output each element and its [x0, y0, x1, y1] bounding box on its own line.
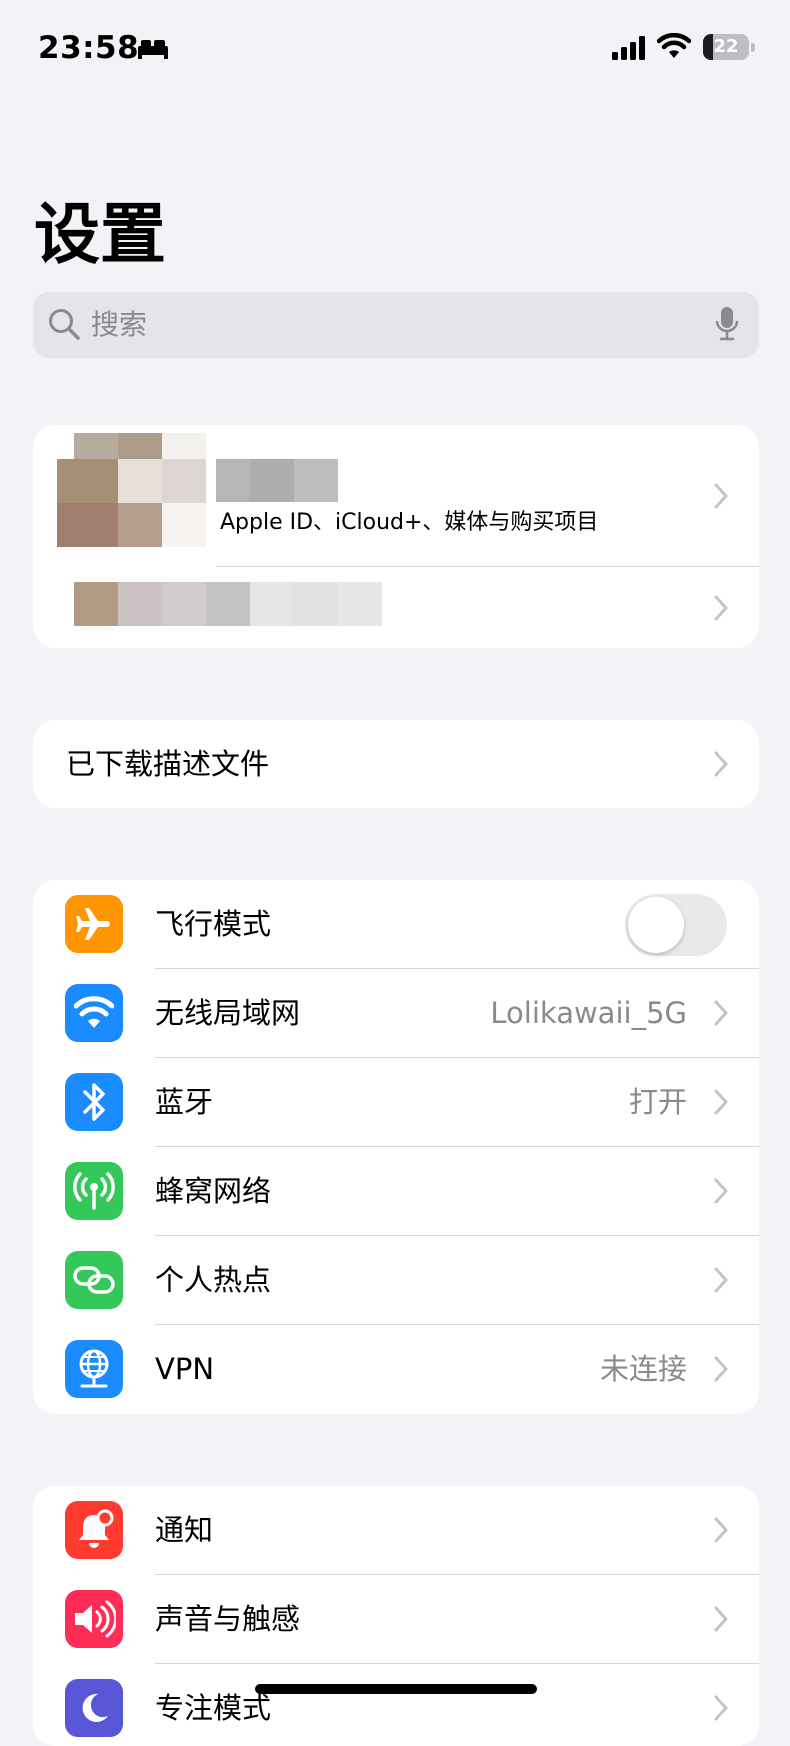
- notifications-row[interactable]: 通知: [33, 1486, 759, 1575]
- status-time: 23:58: [38, 30, 140, 66]
- chevron-right-icon: [714, 1000, 728, 1026]
- notifications-settings-group: 通知 声音与触感 专注模式: [33, 1486, 759, 1746]
- microphone-icon[interactable]: [715, 306, 739, 342]
- chevron-right-icon: [714, 595, 728, 621]
- airplane-mode-toggle[interactable]: [625, 894, 727, 956]
- chevron-right-icon: [714, 1178, 728, 1204]
- sleep-bed-icon: [138, 40, 168, 59]
- wifi-icon: [65, 984, 123, 1042]
- status-bar: 23:58 22: [0, 0, 790, 100]
- chevron-right-icon: [714, 1267, 728, 1293]
- hotspot-icon: [65, 1251, 123, 1309]
- vpn-globe-icon: [65, 1340, 123, 1398]
- downloaded-profiles-group: 已下载描述文件: [33, 720, 759, 808]
- search-placeholder: 搜索: [91, 308, 148, 341]
- sounds-haptics-label: 声音与触感: [155, 1602, 301, 1636]
- battery-tip: [751, 43, 755, 52]
- battery-level: 22: [713, 36, 739, 57]
- toggle-knob: [628, 897, 684, 953]
- vpn-row[interactable]: VPN 未连接: [33, 1325, 759, 1414]
- hotspot-label: 个人热点: [155, 1263, 272, 1297]
- apple-id-row[interactable]: Apple ID、iCloud+、媒体与购买项目: [33, 425, 759, 567]
- bluetooth-icon: [65, 1073, 123, 1131]
- chevron-right-icon: [714, 1089, 728, 1115]
- chevron-right-icon: [714, 483, 728, 509]
- sounds-haptics-row[interactable]: 声音与触感: [33, 1575, 759, 1664]
- chevron-right-icon: [714, 751, 728, 777]
- wifi-network-name: Lolikawaii_5G: [490, 996, 687, 1030]
- focus-row[interactable]: 专注模式: [33, 1664, 759, 1746]
- bluetooth-status: 打开: [628, 1085, 687, 1119]
- moon-icon: [65, 1679, 123, 1737]
- wifi-row[interactable]: 无线局域网 Lolikawaii_5G: [33, 969, 759, 1058]
- speaker-icon: [65, 1590, 123, 1648]
- chevron-right-icon: [714, 1606, 728, 1632]
- battery-indicator: 22: [703, 34, 749, 60]
- hotspot-row[interactable]: 个人热点: [33, 1236, 759, 1325]
- family-row[interactable]: [33, 567, 759, 648]
- profile-subtitle: Apple ID、iCloud+、媒体与购买项目: [220, 510, 599, 535]
- page-title: 设置: [34, 196, 166, 273]
- notification-bell-icon: [65, 1501, 123, 1559]
- cellular-icon: [65, 1162, 123, 1220]
- bluetooth-label: 蓝牙: [155, 1085, 214, 1119]
- chevron-right-icon: [714, 1356, 728, 1382]
- profile-group: Apple ID、iCloud+、媒体与购买项目: [33, 425, 759, 648]
- chevron-right-icon: [714, 1695, 728, 1721]
- bluetooth-row[interactable]: 蓝牙 打开: [33, 1058, 759, 1147]
- cellular-label: 蜂窝网络: [155, 1174, 272, 1208]
- focus-label: 专注模式: [155, 1691, 272, 1725]
- downloaded-profiles-row[interactable]: 已下载描述文件: [33, 720, 759, 808]
- airplane-mode-row: 飞行模式: [33, 880, 759, 969]
- downloaded-profiles-label: 已下载描述文件: [66, 747, 270, 781]
- airplane-mode-label: 飞行模式: [155, 907, 272, 941]
- airplane-icon: [65, 895, 123, 953]
- wifi-label: 无线局域网: [155, 996, 301, 1030]
- vpn-label: VPN: [155, 1352, 215, 1386]
- network-settings-group: 飞行模式 无线局域网 Lolikawaii_5G 蓝牙 打开 蜂窝网络 个人热点…: [33, 880, 759, 1414]
- search-icon: [49, 309, 80, 340]
- chevron-right-icon: [714, 1517, 728, 1543]
- cellular-signal-icon: [612, 36, 645, 60]
- vpn-status: 未连接: [599, 1352, 687, 1386]
- wifi-status-icon: [657, 33, 691, 58]
- search-input[interactable]: 搜索: [33, 292, 759, 358]
- notifications-label: 通知: [155, 1513, 214, 1547]
- home-indicator[interactable]: [255, 1684, 537, 1694]
- cellular-row[interactable]: 蜂窝网络: [33, 1147, 759, 1236]
